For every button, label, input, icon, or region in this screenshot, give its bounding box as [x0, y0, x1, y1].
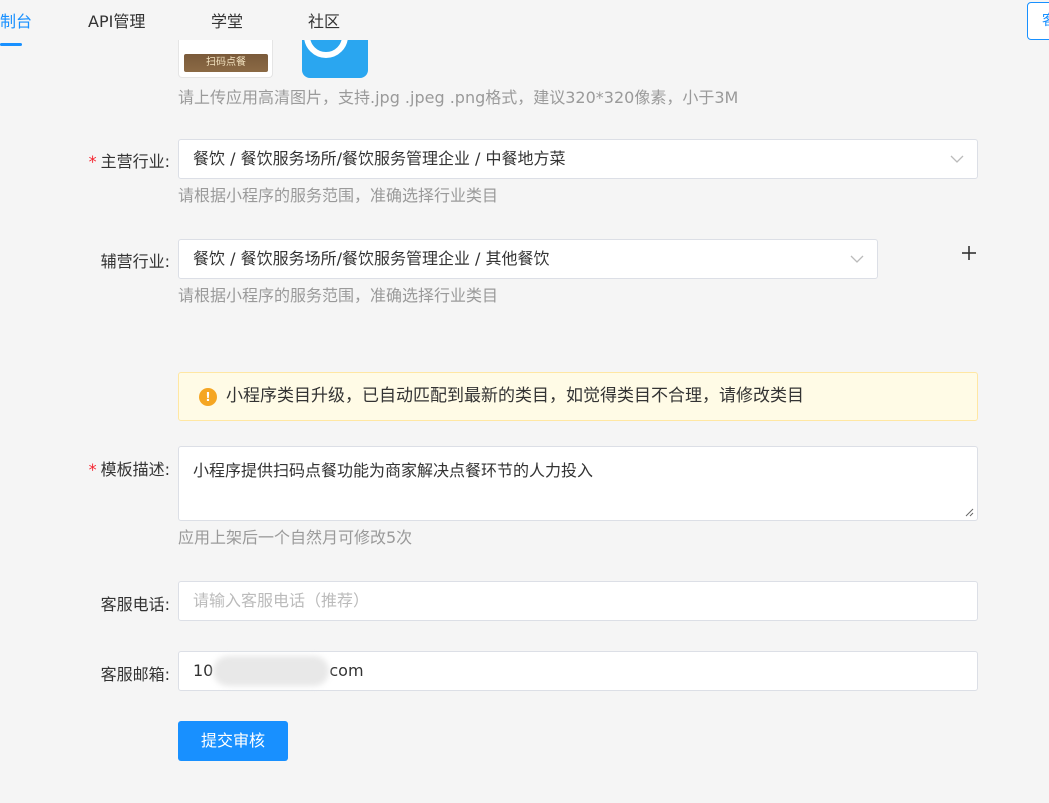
template-desc-hint: 应用上架后一个自然月可修改5次 — [178, 528, 413, 547]
template-desc-textarea[interactable]: 小程序提供扫码点餐功能为商家解决点餐环节的人力投入 — [178, 446, 978, 521]
uploaded-image-thumbnail[interactable]: 扫码点餐 — [178, 40, 273, 78]
tab-academy-label: 学堂 — [211, 12, 244, 31]
service-phone-label: 客服电话: — [100, 595, 170, 614]
primary-industry-select[interactable]: 餐饮 / 餐饮服务场所/餐饮服务管理企业 / 中餐地方菜 — [178, 139, 978, 179]
tab-api-management[interactable]: API管理 — [88, 0, 145, 46]
tab-community-label: 社区 — [308, 12, 341, 31]
service-email-input[interactable]: 10 com — [178, 651, 978, 691]
primary-industry-hint: 请根据小程序的服务范围，准确选择行业类目 — [178, 186, 499, 205]
service-phone-input[interactable]: 请输入客服电话（推荐） — [178, 581, 978, 621]
thumbnail-image: 扫码点餐 — [184, 54, 268, 72]
service-email-label: 客服邮箱: — [100, 665, 170, 684]
top-nav: 制台 API管理 学堂 社区 客 — [0, 0, 1049, 46]
upload-hint: 请上传应用高清图片，支持.jpg .jpeg .png格式，建议320*320像… — [178, 88, 739, 107]
chevron-down-icon — [950, 155, 964, 163]
template-desc-label-text: 模板描述: — [100, 460, 170, 479]
required-mark: * — [88, 460, 97, 479]
page: 制台 API管理 学堂 社区 客 扫码点餐 请上传应用高清图片，支持.jpg .… — [0, 0, 1049, 803]
category-upgrade-alert: ! 小程序类目升级，已自动匹配到最新的类目，如觉得类目不合理，请修改类目 — [178, 372, 978, 421]
template-desc-label: * 模板描述: — [0, 456, 170, 480]
header-action-label: 客 — [1042, 13, 1049, 29]
service-phone-placeholder: 请输入客服电话（推荐） — [193, 591, 370, 610]
thumbnail-caption: 扫码点餐 — [206, 57, 246, 68]
secondary-industry-label: 辅营行业: — [100, 252, 170, 271]
app-icon-image[interactable] — [302, 40, 368, 78]
chevron-down-icon — [850, 255, 864, 263]
secondary-industry-hint: 请根据小程序的服务范围，准确选择行业类目 — [178, 286, 499, 305]
secondary-industry-select[interactable]: 餐饮 / 餐饮服务场所/餐饮服务管理企业 / 其他餐饮 — [178, 239, 878, 279]
required-mark: * — [88, 152, 97, 171]
primary-industry-label-text: 主营行业: — [100, 152, 170, 171]
app-logo-ring — [304, 40, 348, 58]
header-action-button[interactable]: 客 — [1027, 2, 1049, 40]
add-industry-plus-icon[interactable] — [958, 242, 980, 264]
redaction-blur — [213, 656, 329, 686]
alert-text: 小程序类目升级，已自动匹配到最新的类目，如觉得类目不合理，请修改类目 — [226, 386, 804, 406]
tab-console[interactable]: 制台 — [0, 0, 32, 46]
tab-active-indicator — [0, 43, 22, 46]
tab-console-label: 制台 — [0, 12, 33, 31]
template-desc-value: 小程序提供扫码点餐功能为商家解决点餐环节的人力投入 — [193, 461, 594, 480]
warning-icon: ! — [199, 388, 217, 406]
primary-industry-value: 餐饮 / 餐饮服务场所/餐饮服务管理企业 / 中餐地方菜 — [193, 149, 566, 168]
secondary-industry-value: 餐饮 / 餐饮服务场所/餐饮服务管理企业 / 其他餐饮 — [193, 249, 550, 268]
service-email-suffix: com — [329, 661, 364, 680]
submit-review-button[interactable]: 提交审核 — [178, 721, 288, 761]
resize-grip-icon[interactable] — [964, 507, 974, 517]
service-email-prefix: 10 — [193, 661, 214, 680]
primary-industry-label: * 主营行业: — [0, 148, 170, 172]
tab-api-management-label: API管理 — [88, 12, 146, 31]
